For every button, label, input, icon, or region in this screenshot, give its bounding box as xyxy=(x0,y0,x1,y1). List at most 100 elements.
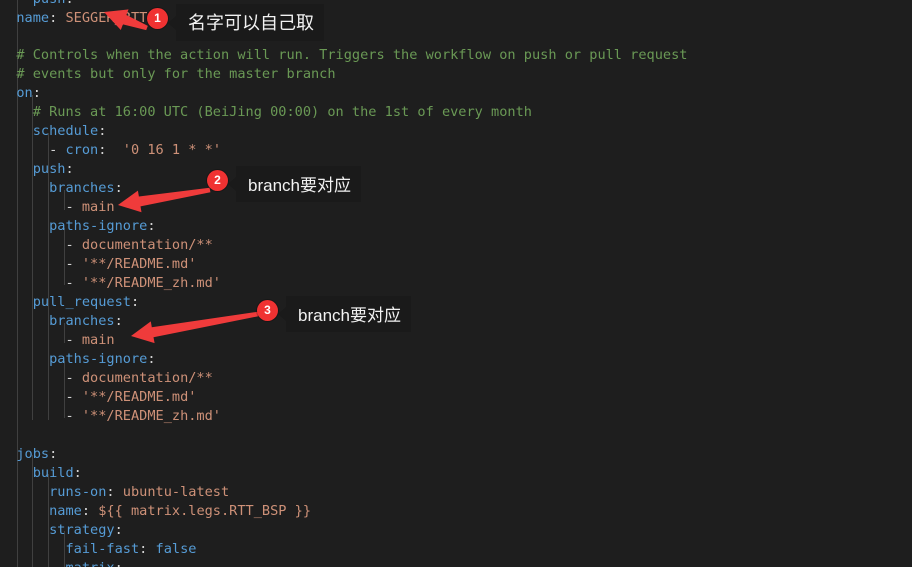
code-token: ${{ matrix.legs.RTT_BSP }} xyxy=(98,503,312,519)
code-token: push xyxy=(33,0,66,7)
code-token: push xyxy=(32,161,66,177)
code-line[interactable]: - '**/README.md' xyxy=(0,388,196,407)
code-line[interactable]: # events but only for the master branch xyxy=(0,65,336,84)
code-token: - xyxy=(65,408,82,424)
code-token: : xyxy=(98,142,123,158)
code-token: - xyxy=(16,0,32,7)
code-token: documentation/** xyxy=(81,370,213,386)
annotation-arrow xyxy=(131,311,259,344)
code-line[interactable]: build: xyxy=(0,464,82,483)
annotation-tooltip: branch要对应 xyxy=(228,166,361,202)
code-token: - xyxy=(65,389,82,405)
code-token: documentation/** xyxy=(81,237,213,253)
annotation-tooltip-label: branch要对应 xyxy=(298,306,401,325)
code-token: : xyxy=(106,484,123,500)
code-line[interactable]: runs-on: ubuntu-latest xyxy=(0,483,229,502)
code-token: jobs xyxy=(16,446,50,462)
code-line[interactable]: on: xyxy=(0,84,41,103)
annotation-badge[interactable]: 1 xyxy=(147,8,168,29)
code-line[interactable]: fail-fast: false xyxy=(0,540,196,559)
code-token: on xyxy=(16,85,33,101)
code-line[interactable]: name: ${{ matrix.legs.RTT_BSP }} xyxy=(0,502,311,521)
code-token: '0 16 1 * *' xyxy=(122,142,222,158)
annotation-badge[interactable]: 2 xyxy=(207,170,228,191)
code-token: : xyxy=(73,465,82,481)
code-token: # Runs at 16:00 UTC (BeiJing 00:00) on t… xyxy=(0,104,532,120)
arrow-shape xyxy=(131,311,259,344)
code-token: : xyxy=(49,10,66,26)
code-line[interactable]: - main xyxy=(0,331,114,350)
code-token: ubuntu-latest xyxy=(122,484,230,500)
code-token: - xyxy=(65,256,82,272)
code-line[interactable]: - cron: '0 16 1 * *' xyxy=(0,141,221,160)
code-token: - xyxy=(65,237,82,253)
tooltip-arrow-icon xyxy=(278,307,286,321)
code-token: runs-on xyxy=(49,484,107,500)
code-token: : xyxy=(114,522,123,538)
code-token: - xyxy=(65,275,82,291)
annotation-tooltip: 名字可以自己取 xyxy=(168,4,324,41)
code-token: - xyxy=(65,332,82,348)
code-line[interactable]: schedule: xyxy=(0,122,107,141)
code-line[interactable]: - documentation/** xyxy=(0,236,213,255)
code-token: : xyxy=(81,503,99,519)
annotation-badge[interactable]: 3 xyxy=(257,300,278,321)
code-token: fail-fast xyxy=(65,541,140,557)
code-token: false xyxy=(155,541,197,557)
code-token: '**/README.md' xyxy=(81,389,197,405)
annotation-tooltip-label: 名字可以自己取 xyxy=(188,13,314,33)
code-token: schedule xyxy=(32,123,99,139)
code-line[interactable]: - push: xyxy=(0,0,74,9)
code-token: '**/README.md' xyxy=(81,256,197,272)
code-token: # events but only for the master branch xyxy=(0,66,336,82)
code-line[interactable]: push: xyxy=(0,160,74,179)
code-token: build xyxy=(32,465,74,481)
annotation-tooltip: branch要对应 xyxy=(278,296,411,332)
code-line[interactable]: strategy: xyxy=(0,521,123,540)
code-line[interactable]: # Runs at 16:00 UTC (BeiJing 00:00) on t… xyxy=(0,103,532,122)
code-line[interactable]: - documentation/** xyxy=(0,369,213,388)
code-token: strategy xyxy=(49,522,115,538)
screenshot-root: - push: name: SEGGER_RTT # Controls when… xyxy=(0,0,912,567)
code-line[interactable]: jobs: xyxy=(0,445,57,464)
arrow-shape xyxy=(104,9,148,31)
code-token: name xyxy=(16,10,50,26)
arrow-shape xyxy=(118,187,211,213)
code-token: : xyxy=(66,0,74,7)
code-line[interactable]: - '**/README.md' xyxy=(0,255,196,274)
code-token: : xyxy=(98,123,107,139)
code-token: : xyxy=(139,541,156,557)
code-token: - xyxy=(65,370,82,386)
code-token: - xyxy=(65,199,82,215)
code-token: cron xyxy=(65,142,99,158)
code-line[interactable]: - '**/README_zh.md' xyxy=(0,407,221,426)
code-token: name xyxy=(49,503,82,519)
code-line[interactable]: matrix: xyxy=(0,559,122,567)
code-token: : xyxy=(32,85,41,101)
code-token: : xyxy=(49,446,58,462)
tooltip-arrow-icon xyxy=(168,15,176,30)
